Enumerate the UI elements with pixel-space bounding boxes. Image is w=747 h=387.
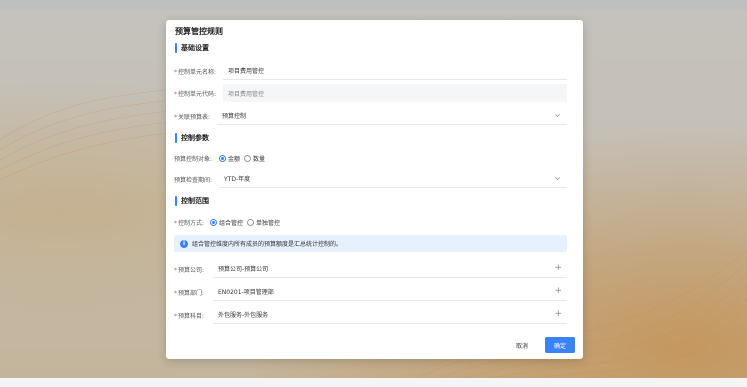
field-label: 预算控制对象: bbox=[174, 155, 213, 163]
radio-amount[interactable]: 金额 bbox=[219, 154, 240, 163]
radio-quantity[interactable]: 数量 bbox=[244, 154, 265, 163]
section-title: 基础设置 bbox=[181, 43, 209, 52]
section-title: 控制范围 bbox=[181, 196, 209, 205]
field-label: *控制单元代码: bbox=[174, 90, 217, 98]
field-label: *预算科目: bbox=[174, 312, 205, 320]
row-unit-name: *控制单元名称: 项目费用管控 bbox=[174, 62, 567, 80]
field-label: *控制方式: bbox=[174, 219, 205, 227]
dialog-title: 预算管控规则 bbox=[175, 27, 223, 36]
radio-unchecked-icon bbox=[247, 218, 255, 226]
chevron-down-icon bbox=[555, 114, 560, 118]
row-control-object: 预算控制对象: 金额 数量 bbox=[174, 149, 567, 167]
row-check-period: 预算检查期间: YTD-年度 bbox=[174, 170, 567, 188]
row-department: *预算部门: EN0201-项目管理部 + bbox=[174, 283, 567, 301]
radio-checked-icon bbox=[210, 218, 217, 226]
company-picker[interactable]: 预算公司-预算公司 + bbox=[213, 260, 567, 278]
row-company: *预算公司: 预算公司-预算公司 + bbox=[174, 260, 567, 278]
related-table-select[interactable]: 预算控制 bbox=[217, 107, 567, 125]
add-icon[interactable]: + bbox=[554, 263, 562, 273]
control-object-radio-group: 金额 数量 bbox=[219, 149, 269, 167]
row-related-table: *关联预算表: 预算控制 bbox=[174, 107, 567, 125]
row-control-mode: *控制方式: 组合管控 单独管控 bbox=[174, 213, 567, 231]
subject-picker[interactable]: 外包服务-外包服务 + bbox=[213, 306, 567, 324]
field-label: *预算公司: bbox=[174, 266, 205, 274]
section-accent-bar bbox=[175, 42, 177, 53]
chevron-down-icon bbox=[555, 177, 560, 181]
check-period-select[interactable]: YTD-年度 bbox=[219, 170, 567, 188]
field-label: *关联预算表: bbox=[174, 113, 211, 121]
control-mode-radio-group: 组合管控 单独管控 bbox=[210, 213, 284, 231]
notice-text: 组合管控维度内所有成员的预算额度是汇总统计控制的。 bbox=[192, 241, 343, 248]
section-control-params: 控制参数 bbox=[175, 132, 209, 143]
confirm-button[interactable]: 确定 bbox=[545, 337, 575, 353]
info-notice: i 组合管控维度内所有成员的预算额度是汇总统计控制的。 bbox=[174, 235, 567, 252]
row-unit-code: *控制单元代码: 项目费用管控 bbox=[174, 84, 567, 102]
unit-name-input[interactable]: 项目费用管控 bbox=[223, 62, 567, 80]
add-icon[interactable]: + bbox=[554, 286, 562, 296]
department-picker[interactable]: EN0201-项目管理部 + bbox=[213, 283, 567, 301]
section-title: 控制参数 bbox=[181, 133, 209, 142]
field-label: 预算检查期间: bbox=[174, 176, 213, 184]
row-subject: *预算科目: 外包服务-外包服务 + bbox=[174, 306, 567, 324]
radio-unchecked-icon bbox=[244, 154, 252, 162]
add-icon[interactable]: + bbox=[554, 309, 562, 319]
unit-code-input[interactable]: 项目费用管控 bbox=[223, 84, 567, 102]
cancel-button[interactable]: 取消 bbox=[516, 341, 528, 350]
info-icon: i bbox=[180, 239, 188, 248]
section-accent-bar bbox=[175, 195, 177, 206]
radio-checked-icon bbox=[219, 154, 226, 162]
budget-control-rule-dialog: 预算管控规则 基础设置 *控制单元名称: 项目费用管控 *控制单元代码: 项目费… bbox=[166, 20, 583, 359]
radio-combined-control[interactable]: 组合管控 bbox=[210, 218, 243, 227]
section-accent-bar bbox=[175, 132, 177, 143]
field-label: *预算部门: bbox=[174, 289, 205, 297]
bottom-strip bbox=[0, 378, 747, 387]
section-control-scope: 控制范围 bbox=[175, 195, 209, 206]
radio-individual-control[interactable]: 单独管控 bbox=[247, 218, 280, 227]
section-basic-settings: 基础设置 bbox=[175, 42, 209, 53]
field-label: *控制单元名称: bbox=[174, 68, 217, 76]
